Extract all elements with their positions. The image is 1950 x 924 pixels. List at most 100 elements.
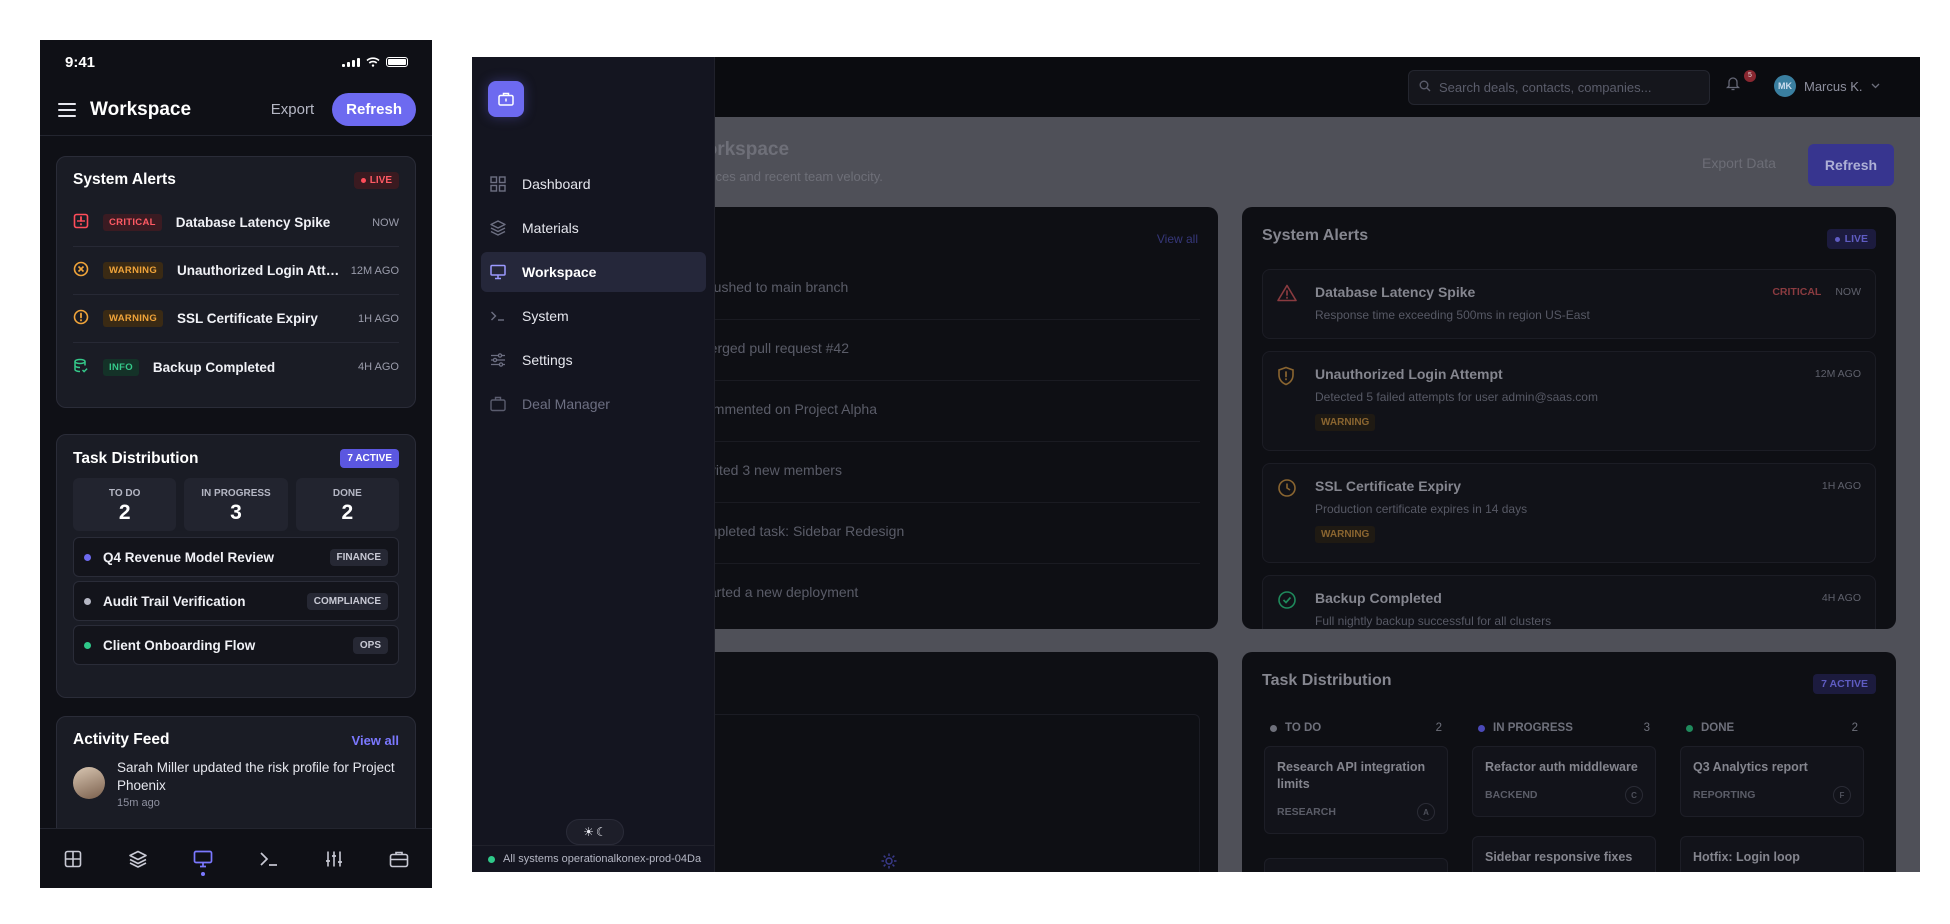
alert-row[interactable]: CRITICAL Database Latency Spike NOW (73, 199, 399, 247)
card-title: Task Distribution (1262, 672, 1392, 689)
kanban-column-in-progress: IN PROGRESS 3 Refactor auth middleware BA… (1472, 722, 1656, 872)
alert-row[interactable]: INFO Backup Completed 4H AGO (73, 343, 399, 391)
avatar: A (1417, 803, 1435, 821)
tab-settings[interactable] (319, 844, 349, 874)
wifi-icon (366, 57, 380, 67)
sidebar-item-settings[interactable]: Settings (481, 340, 706, 380)
app-logo[interactable] (488, 81, 524, 117)
warning-badge: WARNING (1315, 414, 1376, 431)
kanban-card[interactable]: Refactor auth middleware BACKEND C (1472, 746, 1656, 817)
menu-icon[interactable] (58, 102, 76, 117)
tab-system[interactable] (254, 844, 284, 874)
sidebar-item-deal-manager[interactable]: Deal Manager (481, 384, 706, 424)
refresh-button[interactable]: Refresh (332, 93, 416, 126)
sidebar-item-label: Workspace (522, 264, 597, 280)
feed-time: 15m ago (117, 797, 160, 809)
sidebar-item-label: Dashboard (522, 176, 591, 192)
kanban-card[interactable]: Hotfix: Login loop (1680, 836, 1864, 872)
card-title: Refactor auth middleware (1485, 760, 1638, 774)
tab-deal-manager[interactable] (384, 844, 414, 874)
severity-badge: INFO (103, 358, 139, 376)
sidebar: Dashboard Materials Workspace System Set… (472, 57, 715, 872)
system-status-bar: All systems operational konex-prod-04Da (472, 845, 715, 872)
alert-meta: CRITICAL NOW (1772, 286, 1861, 298)
mobile-header: Workspace Export Refresh (40, 84, 432, 136)
monitor-icon (193, 850, 213, 867)
export-button[interactable]: Export (271, 101, 314, 118)
feed-item[interactable]: Sarah Miller updated the risk profile fo… (73, 759, 399, 809)
moon-icon: ☾ (596, 825, 607, 839)
search-placeholder: Search deals, contacts, companies... (1439, 80, 1652, 95)
shield-alert-icon (1277, 366, 1295, 391)
avatar: C (1625, 786, 1643, 804)
alert-item[interactable]: Backup Completed Full nightly backup suc… (1262, 575, 1876, 629)
notification-count-badge: 5 (1744, 70, 1756, 82)
task-tag: COMPLIANCE (306, 592, 388, 610)
view-all-link[interactable]: View all (1157, 232, 1198, 246)
tab-workspace[interactable] (188, 844, 218, 876)
chevron-down-icon (1871, 83, 1879, 89)
alert-description: Response time exceeding 500ms in region … (1315, 308, 1590, 322)
kanban-card[interactable]: Q3 Analytics report REPORTING F (1680, 746, 1864, 817)
search-input[interactable]: Search deals, contacts, companies... (1408, 70, 1710, 105)
column-count: 3 (1643, 722, 1650, 734)
task-tag: RESEARCH (1277, 806, 1336, 818)
kanban-card[interactable]: Sidebar responsive fixes (1472, 836, 1656, 872)
sidebar-item-label: Deal Manager (522, 396, 610, 412)
sidebar-item-system[interactable]: System (481, 296, 706, 336)
alert-item[interactable]: SSL Certificate Expiry Production certif… (1262, 463, 1876, 563)
card-title: Research API integration limits (1277, 760, 1426, 791)
avatar: MK (1774, 75, 1796, 97)
alert-name: Database Latency Spike (175, 215, 331, 230)
card-title: Activity Feed (73, 731, 170, 748)
alert-time: NOW (372, 216, 399, 229)
view-all-link[interactable]: View all (352, 733, 399, 748)
sidebar-item-dashboard[interactable]: Dashboard (481, 164, 706, 204)
signal-icon (342, 57, 360, 67)
card-title: Hotfix: Login loop (1693, 850, 1800, 864)
alert-item[interactable]: Database Latency Spike Response time exc… (1262, 269, 1876, 339)
task-tag: FINANCE (329, 548, 388, 566)
page-title: Workspace (90, 98, 192, 120)
alert-time: NOW (1835, 286, 1861, 298)
stat-todo: TO DO 2 (73, 478, 177, 531)
notification-bell-icon[interactable] (1725, 75, 1741, 96)
column-count: 2 (1435, 722, 1442, 734)
tab-dashboard[interactable] (58, 844, 88, 874)
battery-icon (386, 57, 408, 67)
alert-meta: 4H AGO (1822, 592, 1861, 604)
task-row[interactable]: Q4 Revenue Model Review FINANCE (73, 537, 399, 577)
task-row[interactable]: Client Onboarding Flow OPS (73, 625, 399, 665)
system-alerts-card: System Alerts LIVE CRITICAL Database Lat… (56, 156, 416, 408)
theme-toggle[interactable]: ☀ ☾ (566, 819, 624, 845)
kanban-column-todo: TO DO 2 Research API integration limits R… (1264, 722, 1448, 872)
alert-name: Backup Completed (152, 359, 276, 375)
alert-time: 12M AGO (1814, 368, 1861, 380)
stat-done: DONE 2 (295, 478, 399, 531)
alert-item[interactable]: Unauthorized Login Attempt Detected 5 fa… (1262, 351, 1876, 451)
task-name: Audit Trail Verification (103, 593, 246, 609)
briefcase-icon (490, 396, 508, 412)
alert-circle-icon (73, 309, 89, 328)
clock-icon (1277, 478, 1297, 503)
tab-materials[interactable] (123, 844, 153, 874)
severity-badge: CRITICAL (103, 214, 162, 231)
alert-row[interactable]: WARNING Unauthorized Login Attempt 12M A… (73, 247, 399, 295)
task-row[interactable]: Audit Trail Verification COMPLIANCE (73, 581, 399, 621)
feed-text: Sarah Miller updated the risk profile fo… (117, 760, 395, 793)
kanban-card[interactable] (1264, 858, 1448, 872)
status-bar: 9:41 (40, 40, 432, 84)
export-data-button[interactable]: Export Data (1702, 155, 1776, 171)
kanban-column-done: DONE 2 Q3 Analytics report REPORTING F Hot… (1680, 722, 1864, 872)
status-text: All systems operational (503, 853, 617, 865)
refresh-button[interactable]: Refresh (1808, 144, 1894, 186)
alert-row[interactable]: WARNING SSL Certificate Expiry 1H AGO (73, 295, 399, 343)
status-icons (342, 57, 408, 67)
task-stats: TO DO 2 IN PROGRESS 3 DONE 2 (73, 478, 399, 531)
server-alert-icon (73, 213, 89, 232)
user-menu[interactable]: MK Marcus K. (1774, 75, 1880, 97)
alert-description: Production certificate expires in 14 day… (1315, 502, 1528, 516)
kanban-card[interactable]: Research API integration limits RESEARCH… (1264, 746, 1448, 834)
sidebar-item-workspace[interactable]: Workspace (481, 252, 706, 292)
sidebar-item-materials[interactable]: Materials (481, 208, 706, 248)
